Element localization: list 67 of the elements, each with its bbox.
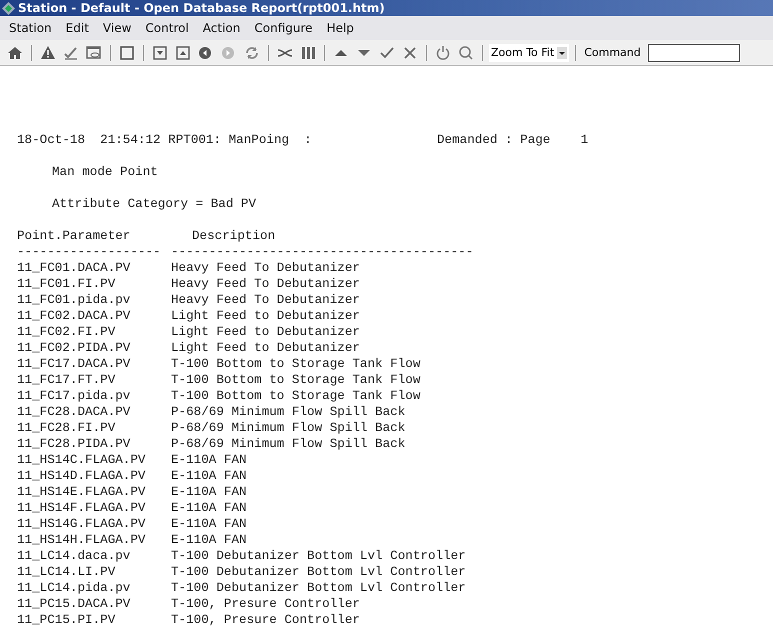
command-field[interactable]: [648, 44, 740, 62]
description-cell: Light Feed to Debutanizer: [171, 341, 360, 355]
description-cell: Light Feed to Debutanizer: [171, 309, 360, 323]
command-label: Command: [584, 46, 641, 59]
description-cell: T-100 Bottom to Storage Tank Flow: [171, 373, 420, 387]
menu-item[interactable]: Help: [320, 21, 361, 35]
point-cell-text: 11_LC14.daca.pv: [17, 549, 132, 563]
column-rule: -------------------: [17, 245, 162, 259]
page-number: Demanded : Page 1: [437, 133, 588, 147]
description-cell: Heavy Feed To Debutanizer: [171, 277, 360, 291]
description-cell: E-110A FAN: [171, 453, 247, 467]
description-cell: T-100 Debutanizer Bottom Lvl Controller: [171, 581, 466, 595]
menu-item[interactable]: Edit: [58, 21, 96, 35]
point-cell-text: 11_FC17.FT.PV: [17, 373, 116, 387]
report-header: 18-Oct-18 21:54:12 RPT001: ManPoing :: [17, 133, 313, 147]
report-category: Attribute Category = Bad PV: [52, 197, 256, 211]
point-cell-text: 11_PC15.DACA.PV: [17, 597, 132, 611]
report-subtitle: Man mode Point: [52, 165, 158, 179]
description-cell: T-100 Debutanizer Bottom Lvl Controller: [171, 565, 466, 579]
window-title: Station - Default - Open Database Report(rpt001.htm): [18, 1, 385, 15]
point-cell-text: 11_FC17.DACA.PV: [17, 357, 132, 371]
description-cell: Heavy Feed To Debutanizer: [171, 261, 360, 275]
description-cell: Light Feed to Debutanizer: [171, 325, 360, 339]
point-cell-text: 11_FC02.DACA.PV: [17, 309, 132, 323]
point-cell-text: 11_PC15.PI.PV: [17, 613, 116, 627]
description-cell: P-68/69 Minimum Flow Spill Back: [171, 437, 406, 451]
description-cell: E-110A FAN: [171, 517, 247, 531]
menu-item[interactable]: Control: [138, 21, 196, 35]
zoom-dropdown[interactable]: Zoom To Fit: [489, 44, 570, 62]
point-cell-text: 11_HS14F.FLAGA.PV: [17, 501, 146, 515]
point-cell-text: 11_HS14C.FLAGA.PV: [17, 453, 146, 467]
description-cell: E-110A FAN: [171, 469, 247, 483]
description-cell: E-110A FAN: [171, 501, 247, 515]
menu-item[interactable]: View: [96, 21, 138, 35]
point-cell-text: 11_FC17.pida.pv: [17, 389, 132, 403]
point-cell-text: 11_LC14.pida.pv: [17, 581, 132, 595]
point-cell-text: 11_FC01.pida.pv: [17, 293, 132, 307]
point-cell-text: 11_HS14D.FLAGA.PV: [17, 469, 146, 483]
point-cell-text: 11_HS14G.FLAGA.PV: [17, 517, 146, 531]
column-header: Point.Parameter: [17, 229, 132, 243]
point-cell-text: 11_HS14E.FLAGA.PV: [17, 485, 146, 499]
description-cell: T-100 Bottom to Storage Tank Flow: [171, 357, 420, 371]
description-cell: P-68/69 Minimum Flow Spill Back: [171, 405, 406, 419]
point-cell-text: 11_FC01.FI.PV: [17, 277, 116, 291]
menu-item[interactable]: Action: [196, 21, 248, 35]
point-cell-text: 11_FC28.FI.PV: [17, 421, 116, 435]
menu-item[interactable]: Configure: [247, 21, 320, 35]
point-cell-text: 11_FC28.DACA.PV: [17, 405, 132, 419]
column-rule: ----------------------------------------: [171, 245, 474, 259]
menu-item[interactable]: Station: [2, 21, 59, 35]
point-cell-text: 11_FC01.DACA.PV: [17, 261, 132, 275]
point-cell-text: 11_FC02.FI.PV: [17, 325, 116, 339]
caret-icon[interactable]: [557, 46, 568, 58]
description-cell: E-110A FAN: [171, 533, 247, 547]
description-cell: E-110A FAN: [171, 485, 247, 499]
point-cell-text: 11_FC28.PIDA.PV: [17, 437, 132, 451]
app-icon: [2, 2, 15, 14]
description-cell: T-100 Debutanizer Bottom Lvl Controller: [171, 549, 466, 563]
point-cell-text: 11_HS14H.FLAGA.PV: [17, 533, 146, 547]
point-cell-text: 11_FC02.PIDA.PV: [17, 341, 132, 355]
description-cell: T-100 Bottom to Storage Tank Flow: [171, 389, 420, 403]
description-cell: T-100, Presure Controller: [171, 613, 360, 627]
description-cell: P-68/69 Minimum Flow Spill Back: [171, 421, 406, 435]
description-cell: Heavy Feed To Debutanizer: [171, 293, 360, 307]
column-header: Description: [192, 229, 276, 243]
description-cell: T-100, Presure Controller: [171, 597, 360, 611]
point-cell-text: 11_LC14.LI.PV: [17, 565, 116, 579]
